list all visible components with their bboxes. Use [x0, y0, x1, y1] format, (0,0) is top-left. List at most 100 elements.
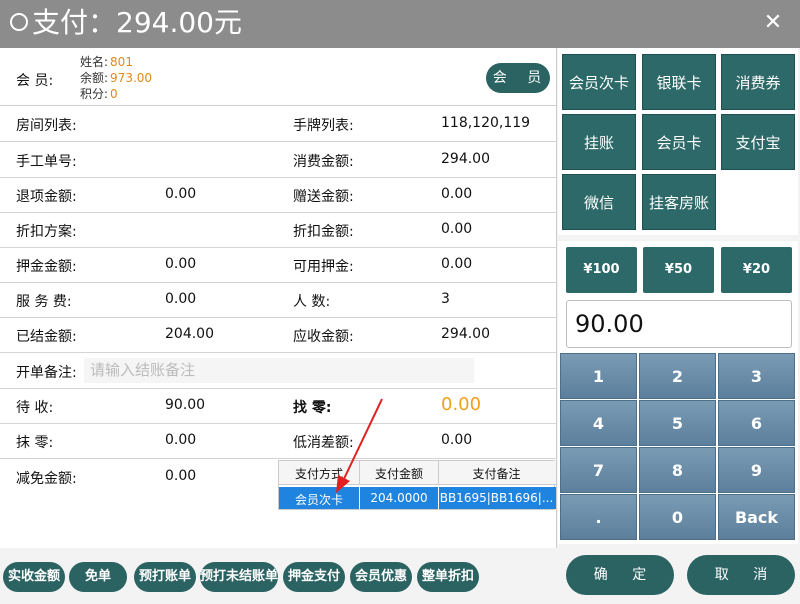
free-order-button[interactable]: 免单	[69, 562, 127, 592]
member-name-label: 姓名:	[80, 55, 109, 69]
field-label: 应收金额:	[293, 329, 354, 345]
column-header: 支付方式	[294, 467, 343, 481]
field-label: 低消差额:	[293, 435, 354, 451]
wechat-button[interactable]: 微信	[562, 174, 636, 230]
change-value: 0.00	[441, 394, 482, 415]
member-points-value: 0	[110, 87, 118, 101]
deposit-pay-button[interactable]: 押金支付	[283, 562, 345, 592]
member-balance-label: 余额:	[80, 71, 109, 85]
info-row: 抹 零: 0.00 低消差额: 0.00	[0, 423, 557, 459]
field-label: 抹 零:	[16, 435, 54, 451]
note-label: 开单备注:	[16, 365, 77, 381]
field-label: 已结金额:	[16, 329, 77, 345]
key-dot[interactable]: .	[560, 494, 637, 540]
preprint-unsettled-button[interactable]: 预打未结账单	[200, 562, 278, 592]
key-8[interactable]: 8	[639, 447, 716, 493]
charge-to-room-button[interactable]: 挂客房账	[642, 174, 716, 230]
note-input[interactable]: 请输入结账备注	[84, 358, 474, 383]
field-value: 294.00	[441, 326, 490, 342]
field-value: 0.00	[165, 256, 197, 272]
field-value: 118,120,119	[441, 115, 531, 131]
key-back[interactable]: Back	[718, 494, 795, 540]
key-1[interactable]: 1	[560, 353, 637, 399]
key-6[interactable]: 6	[718, 400, 795, 446]
field-label: 手工单号:	[16, 154, 77, 170]
info-row: 服 务 费: 0.00 人 数: 3	[0, 282, 557, 318]
info-row: 折扣方案: 折扣金额: 0.00	[0, 212, 557, 248]
payment-method-grid: 会员次卡 银联卡 消费券 挂账 会员卡 支付宝 微信 挂客房账	[558, 48, 798, 235]
field-label: 待 收:	[16, 400, 54, 416]
field-label: 手牌列表:	[293, 118, 354, 134]
quick-50-button[interactable]: ¥50	[643, 247, 714, 293]
field-value: 204.00	[165, 326, 214, 342]
quick-20-button[interactable]: ¥20	[721, 247, 792, 293]
quick-100-button[interactable]: ¥100	[566, 247, 637, 293]
table-row[interactable]: 会员次卡 204.0000 BB1695|BB1696|...	[279, 487, 556, 509]
member-balance-value: 973.00	[110, 71, 153, 85]
whole-order-discount-button[interactable]: 整单折扣	[417, 562, 479, 592]
field-label: 服 务 费:	[16, 294, 72, 310]
field-value: 0.00	[165, 432, 197, 448]
close-icon[interactable]: ✕	[760, 10, 786, 36]
field-label: 消费金额:	[293, 154, 354, 170]
member-name-value: 801	[110, 55, 133, 69]
member-balance: 余额: 973.00	[80, 70, 152, 86]
key-0[interactable]: 0	[639, 494, 716, 540]
amount-input[interactable]: 90.00	[566, 300, 792, 348]
cell-note: BB1695|BB1696|...	[439, 491, 554, 505]
field-label: 房间列表:	[16, 118, 77, 134]
title-bar: 支付：294.00元 ✕	[0, 0, 800, 48]
note-row: 开单备注: 请输入结账备注	[0, 353, 557, 389]
column-header: 支付金额	[374, 467, 423, 481]
payment-table: 支付方式 支付金额 支付备注 会员次卡 204.0000 BB1695|BB16…	[278, 460, 556, 510]
column-header: 支付备注	[472, 467, 521, 481]
member-button[interactable]: 会 员	[486, 63, 550, 93]
field-label: 折扣方案:	[16, 224, 77, 240]
table-header: 支付方式 支付金额 支付备注	[279, 461, 556, 485]
voucher-button[interactable]: 消费券	[721, 54, 795, 110]
key-7[interactable]: 7	[560, 447, 637, 493]
member-discount-button[interactable]: 会员优惠	[350, 562, 412, 592]
key-9[interactable]: 9	[718, 447, 795, 493]
info-row: 押金金额: 0.00 可用押金: 0.00	[0, 247, 557, 283]
field-value: 0.00	[441, 221, 473, 237]
credit-account-button[interactable]: 挂账	[562, 114, 636, 170]
field-value: 0.00	[165, 291, 197, 307]
preprint-bill-button[interactable]: 预打账单	[134, 562, 196, 592]
actual-amount-button[interactable]: 实收金额	[3, 562, 65, 592]
key-4[interactable]: 4	[560, 400, 637, 446]
cancel-button[interactable]: 取 消	[687, 555, 795, 595]
field-value: 3	[441, 291, 450, 307]
change-label: 找 零:	[293, 400, 332, 416]
info-row: 手工单号: 消费金额: 294.00	[0, 142, 557, 178]
member-card-button[interactable]: 会员卡	[642, 114, 716, 170]
key-3[interactable]: 3	[718, 353, 795, 399]
field-value: 0.00	[165, 468, 197, 484]
member-points-label: 积分:	[80, 87, 109, 101]
field-label: 人 数:	[293, 294, 331, 310]
window-title: 支付：294.00元	[10, 5, 242, 41]
alipay-button[interactable]: 支付宝	[721, 114, 795, 170]
payment-details-panel: 会 员: 姓名: 801 余额: 973.00 积分: 0 会 员 房间列表: 手牌列表…	[0, 48, 557, 548]
info-row: 已结金额: 204.00 应收金额: 294.00	[0, 317, 557, 353]
field-value: 0.00	[165, 186, 197, 202]
column-divider	[359, 461, 360, 484]
cell-amount: 204.0000	[370, 491, 428, 505]
bottom-action-bar: 实收金额 免单 预打账单 预打未结账单 押金支付 会员优惠 整单折扣	[0, 560, 557, 596]
field-value: 0.00	[441, 186, 473, 202]
field-label: 退项金额:	[16, 189, 77, 205]
member-count-card-button[interactable]: 会员次卡	[562, 54, 636, 110]
field-label: 折扣金额:	[293, 224, 354, 240]
confirm-button[interactable]: 确 定	[566, 555, 674, 595]
column-divider	[359, 487, 360, 509]
member-section: 会 员: 姓名: 801 余额: 973.00 积分: 0 会 员	[0, 48, 557, 106]
info-row: 退项金额: 0.00 赠送金额: 0.00	[0, 177, 557, 213]
unionpay-button[interactable]: 银联卡	[642, 54, 716, 110]
info-row: 房间列表: 手牌列表: 118,120,119	[0, 106, 557, 142]
field-value: 294.00	[441, 151, 490, 167]
key-2[interactable]: 2	[639, 353, 716, 399]
field-label: 赠送金额:	[293, 189, 354, 205]
amount-panel: ¥100 ¥50 ¥20 90.00 1 2 3 4 5 6 7 8 9 . 0…	[558, 241, 798, 544]
key-5[interactable]: 5	[639, 400, 716, 446]
field-label: 押金金额:	[16, 259, 77, 275]
